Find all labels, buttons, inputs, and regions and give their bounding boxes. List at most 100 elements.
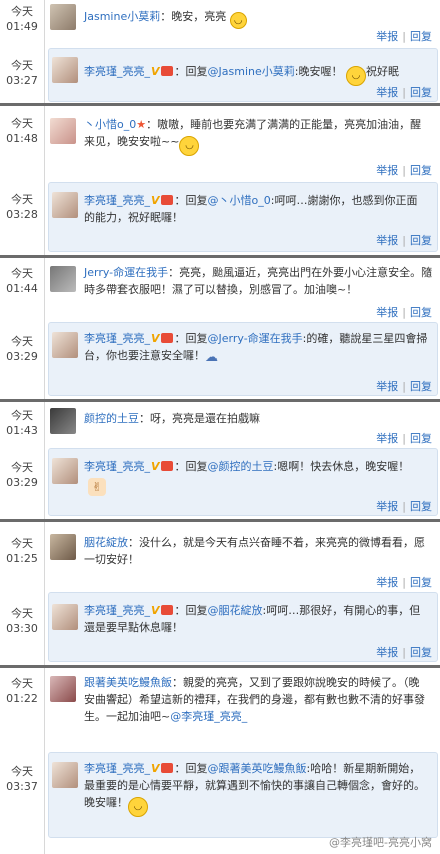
reply-actions: 举报 | 回复 bbox=[376, 380, 432, 393]
reply-link[interactable]: 回复 bbox=[410, 646, 432, 659]
avatar[interactable] bbox=[52, 604, 78, 630]
reply-time: 今天 03:29 bbox=[6, 461, 38, 489]
timeline-divider bbox=[44, 106, 45, 255]
comment-text: Jerry-命運在我手：亮亮，颱風逼近，亮亮出門在外要小心注意安全。隨 時多帶套… bbox=[84, 266, 433, 296]
reply-time: 今天 03:29 bbox=[6, 335, 38, 363]
victory-hand-icon: ✌ bbox=[88, 478, 106, 496]
vip-icon bbox=[160, 195, 173, 205]
comment-text: 丶小惜o_0★：嗷嗷，睡前也要充满了满满的正能量，亮亮加油油，醒 来见，晚安安啦… bbox=[84, 116, 436, 156]
comment-text: 跟著美英吃鰻魚飯：親愛的亮亮，又到了要跟妳說晚安的時候了。（晚 安曲響起）希望這… bbox=[84, 676, 425, 723]
comment-text: 胭花綻放：没什么，就是今天有点兴奋睡不着，来亮亮的微博看看，愿 一切安好！ bbox=[84, 536, 425, 566]
reply-text: 李亮瑾_亮亮_V ：回复@Jerry-命運在我手:的確，聽說星三星四會掃 台，你也… bbox=[84, 332, 428, 365]
commenter-name[interactable]: Jasmine小莫莉 bbox=[84, 10, 160, 23]
avatar[interactable] bbox=[52, 192, 78, 218]
avatar[interactable] bbox=[50, 4, 76, 30]
avatar[interactable] bbox=[50, 408, 76, 434]
reply-link[interactable]: 回复 bbox=[410, 432, 432, 445]
commenter-name[interactable]: 颜控的土豆 bbox=[84, 412, 139, 425]
avatar[interactable] bbox=[50, 118, 76, 144]
smile-face-icon: ◡ bbox=[229, 12, 247, 29]
report-link[interactable]: 举报 bbox=[376, 432, 398, 445]
report-link[interactable]: 举报 bbox=[376, 86, 398, 99]
verified-icon: V bbox=[151, 194, 160, 207]
comment-actions: 举报 | 回复 bbox=[376, 576, 432, 589]
reply-actions: 举报 | 回复 bbox=[376, 86, 432, 99]
star-badge-icon: ★ bbox=[136, 118, 147, 131]
timeline-divider bbox=[44, 0, 45, 103]
mention-link[interactable]: @李亮瑾_亮亮_ bbox=[170, 710, 247, 723]
reply-link[interactable]: 回复 bbox=[410, 234, 432, 247]
comment-time: 今天 01:25 bbox=[6, 537, 38, 565]
replier-name[interactable]: 李亮瑾_亮亮_ bbox=[84, 194, 150, 207]
replier-name[interactable]: 李亮瑾_亮亮_ bbox=[84, 460, 150, 473]
mention-link[interactable]: @丶小惜o_0 bbox=[208, 194, 271, 207]
smile-face-icon: ◡ bbox=[128, 797, 148, 817]
reply-link[interactable]: 回复 bbox=[410, 30, 432, 43]
vip-icon bbox=[160, 605, 173, 615]
timeline-divider bbox=[44, 668, 45, 854]
replier-name[interactable]: 李亮瑾_亮亮_ bbox=[84, 604, 150, 617]
avatar[interactable] bbox=[52, 57, 78, 83]
comment-text: Jasmine小莫莉：晚安，亮亮 ◡ bbox=[84, 8, 247, 29]
comment-time: 今天 01:48 bbox=[6, 117, 38, 145]
comment-actions: 举报 | 回复 bbox=[376, 30, 432, 43]
reply-link[interactable]: 回复 bbox=[410, 380, 432, 393]
report-link[interactable]: 举报 bbox=[376, 646, 398, 659]
verified-icon: V bbox=[151, 762, 160, 775]
mention-link[interactable]: @Jerry-命運在我手 bbox=[208, 332, 303, 345]
mention-link[interactable]: @胭花綻放 bbox=[208, 604, 263, 617]
avatar[interactable] bbox=[50, 534, 76, 560]
reply-time: 今天 03:37 bbox=[6, 765, 38, 793]
replier-name[interactable]: 李亮瑾_亮亮_ bbox=[84, 332, 150, 345]
comment-block: 今天 01:43 颜控的土豆：呀，亮亮是還在拍戲嘛 举报 | 回复 今天 03:29 李… bbox=[0, 402, 440, 522]
avatar[interactable] bbox=[52, 458, 78, 484]
reply-actions: 举报 | 回复 bbox=[376, 500, 432, 513]
commenter-name[interactable]: 胭花綻放 bbox=[84, 536, 128, 549]
report-link[interactable]: 举报 bbox=[376, 30, 398, 43]
replier-name[interactable]: 李亮瑾_亮亮_ bbox=[84, 762, 150, 775]
verified-icon: V bbox=[151, 65, 160, 78]
reply-link[interactable]: 回复 bbox=[410, 500, 432, 513]
reply-time: 今天 03:27 bbox=[6, 59, 38, 87]
comment-block: 今天 01:22 跟著美英吃鰻魚飯：親愛的亮亮，又到了要跟妳說晚安的時候了。（晚 … bbox=[0, 668, 440, 854]
reply-text: 李亮瑾_亮亮_V ：回复@胭花綻放:呵呵…那很好，有開心的事，但 還是要早點休息囉… bbox=[84, 604, 421, 634]
report-link[interactable]: 举报 bbox=[376, 234, 398, 247]
mention-link[interactable]: @跟著美英吃鰻魚飯 bbox=[208, 762, 307, 775]
reply-link[interactable]: 回复 bbox=[410, 164, 432, 177]
vip-icon bbox=[160, 66, 173, 76]
smile-face-icon: ◡ bbox=[179, 136, 200, 156]
verified-icon: V bbox=[151, 332, 160, 345]
report-link[interactable]: 举报 bbox=[376, 306, 398, 319]
avatar[interactable] bbox=[50, 266, 76, 292]
comment-actions: 举报 | 回复 bbox=[376, 432, 432, 445]
mention-link[interactable]: @Jasmine小莫莉 bbox=[208, 65, 295, 78]
report-link[interactable]: 举报 bbox=[376, 500, 398, 513]
comment-text: 颜控的土豆：呀，亮亮是還在拍戲嘛 bbox=[84, 412, 260, 425]
avatar[interactable] bbox=[50, 676, 76, 702]
commenter-name[interactable]: 跟著美英吃鰻魚飯 bbox=[84, 676, 172, 689]
reply-link[interactable]: 回复 bbox=[410, 306, 432, 319]
comment-time: 今天 01:22 bbox=[6, 677, 38, 705]
comment-time: 今天 01:49 bbox=[6, 5, 38, 33]
reply-text: 李亮瑾_亮亮_V ：回复@颜控的土豆:嗯啊！快去休息，晚安喔！ bbox=[84, 460, 410, 473]
vip-icon bbox=[160, 461, 173, 471]
commenter-name[interactable]: 丶小惜o_0 bbox=[84, 118, 136, 131]
mention-link[interactable]: @颜控的土豆 bbox=[208, 460, 274, 473]
reply-time: 今天 03:28 bbox=[6, 193, 38, 221]
avatar[interactable] bbox=[52, 332, 78, 358]
report-link[interactable]: 举报 bbox=[376, 576, 398, 589]
reply-link[interactable]: 回复 bbox=[410, 576, 432, 589]
reply-link[interactable]: 回复 bbox=[410, 86, 432, 99]
reply-text: 李亮瑾_亮亮_V ：回复@Jasmine小莫莉:晚安喔！ ◡ 祝好眠 bbox=[84, 63, 399, 86]
reply-actions: 举报 | 回复 bbox=[376, 646, 432, 659]
replier-name[interactable]: 李亮瑾_亮亮_ bbox=[84, 65, 150, 78]
grin-face-icon: ◡ bbox=[345, 66, 366, 86]
commenter-name[interactable]: Jerry-命運在我手 bbox=[84, 266, 168, 279]
report-link[interactable]: 举报 bbox=[376, 164, 398, 177]
reply-text: 李亮瑾_亮亮_V ：回复@跟著美英吃鰻魚飯:哈哈！新星期新開始， 最重要的是心情要… bbox=[84, 760, 436, 817]
avatar[interactable] bbox=[52, 762, 78, 788]
comment-time: 今天 01:43 bbox=[6, 409, 38, 437]
report-link[interactable]: 举报 bbox=[376, 380, 398, 393]
comment-time: 今天 01:44 bbox=[6, 267, 38, 295]
vip-icon bbox=[160, 763, 173, 773]
